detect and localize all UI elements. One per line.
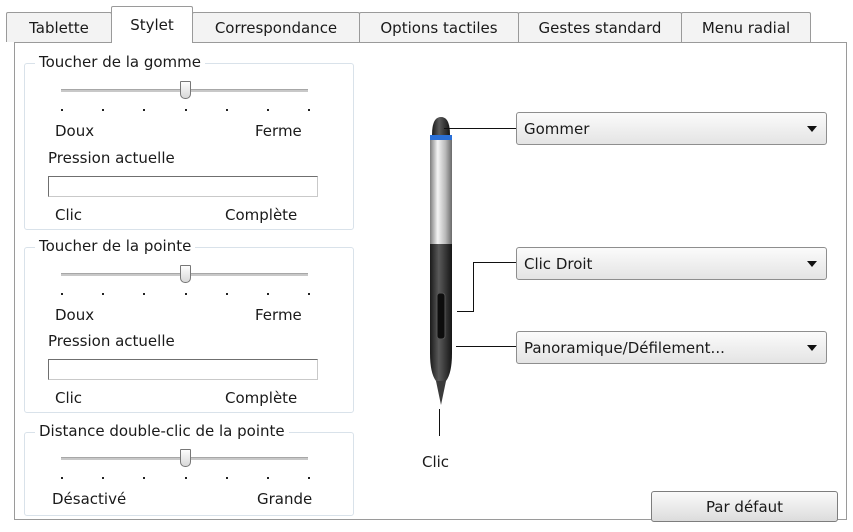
- eraser-connector: [444, 128, 517, 129]
- tip-full-label: Complète: [225, 389, 298, 407]
- tab-stylet[interactable]: Stylet: [111, 6, 193, 43]
- chevron-down-icon: [807, 345, 817, 351]
- group-title: Toucher de la gomme: [35, 53, 206, 71]
- tip-click-label: Clic: [55, 389, 83, 407]
- tab-options-tactiles[interactable]: Options tactiles: [359, 12, 519, 42]
- slider-tick: [143, 477, 145, 479]
- pen-accent-ring: [430, 135, 452, 140]
- tab-label: Menu radial: [701, 18, 791, 37]
- pen-eraser-icon: [432, 117, 450, 135]
- slider-tick: [102, 293, 104, 295]
- slider-tick: [308, 477, 310, 479]
- eraser-action-dropdown[interactable]: Gommer: [516, 112, 827, 145]
- stylet-panel: Toucher de la gomme Doux Ferme Pression …: [14, 42, 847, 522]
- tip-min-label: Doux: [55, 306, 95, 324]
- tip-pressure-label: Pression actuelle: [48, 332, 175, 350]
- eraser-full-label: Complète: [225, 206, 298, 224]
- slider-tick: [102, 477, 104, 479]
- slider-tick: [185, 477, 187, 479]
- tab-label: Gestes standard: [538, 18, 662, 37]
- slider-tick: [226, 293, 228, 295]
- eraser-feel-slider[interactable]: [180, 81, 191, 99]
- default-button-label: Par défaut: [705, 497, 784, 516]
- dropdown-value: Panoramique/Défilement...: [524, 338, 725, 357]
- slider-tick: [61, 477, 63, 479]
- tab-label: Stylet: [130, 16, 174, 34]
- pen-barrel-metal: [430, 140, 452, 244]
- double-click-max-label: Grande: [257, 490, 313, 508]
- slider-tick: [143, 293, 145, 295]
- eraser-min-label: Doux: [55, 122, 95, 140]
- upper-button-connector: [473, 262, 517, 263]
- tab-label: Correspondance: [214, 18, 338, 37]
- tip-connector: [439, 409, 440, 436]
- pen-side-switch-icon: [436, 292, 446, 340]
- lower-button-dropdown[interactable]: Panoramique/Défilement...: [516, 331, 827, 364]
- slider-tick: [267, 293, 269, 295]
- double-click-min-label: Désactivé: [52, 490, 127, 508]
- group-title: Toucher de la pointe: [35, 237, 196, 255]
- slider-tick: [143, 109, 145, 111]
- slider-tick: [185, 293, 187, 295]
- tip-max-label: Ferme: [255, 306, 302, 324]
- chevron-down-icon: [807, 261, 817, 267]
- slider-tick: [185, 109, 187, 111]
- default-button[interactable]: Par défaut: [651, 491, 838, 522]
- tip-pressure-meter: [48, 359, 318, 380]
- slider-tick: [61, 109, 63, 111]
- tab-label: Options tactiles: [380, 18, 498, 37]
- chevron-down-icon: [807, 126, 817, 132]
- upper-button-dropdown[interactable]: Clic Droit: [516, 247, 827, 280]
- eraser-pressure-label: Pression actuelle: [48, 149, 175, 167]
- slider-tick: [267, 109, 269, 111]
- upper-button-connector-vertical: [473, 262, 474, 311]
- dropdown-value: Gommer: [524, 119, 590, 138]
- tab-menu-radial[interactable]: Menu radial: [681, 12, 811, 42]
- upper-button-connector-foot: [457, 311, 474, 312]
- eraser-click-label: Clic: [55, 206, 83, 224]
- lower-button-connector: [456, 346, 517, 347]
- slider-tick: [102, 109, 104, 111]
- slider-tick: [308, 109, 310, 111]
- pen-nib-icon: [436, 381, 446, 405]
- tab-tablette[interactable]: Tablette: [6, 12, 112, 42]
- slider-tick: [226, 477, 228, 479]
- pen-illustration: [430, 117, 452, 405]
- tab-gestes-standard[interactable]: Gestes standard: [518, 12, 682, 42]
- tab-correspondance[interactable]: Correspondance: [192, 12, 360, 42]
- eraser-max-label: Ferme: [255, 122, 302, 140]
- tip-label: Clic: [422, 453, 450, 471]
- eraser-pressure-meter: [48, 176, 318, 197]
- slider-tick: [308, 293, 310, 295]
- double-click-slider[interactable]: [180, 449, 191, 467]
- tip-feel-slider[interactable]: [180, 265, 191, 283]
- dropdown-value: Clic Droit: [524, 254, 593, 273]
- slider-tick: [226, 109, 228, 111]
- group-title: Distance double-clic de la pointe: [35, 422, 289, 440]
- slider-tick: [267, 477, 269, 479]
- slider-tick: [61, 293, 63, 295]
- tab-label: Tablette: [29, 18, 89, 37]
